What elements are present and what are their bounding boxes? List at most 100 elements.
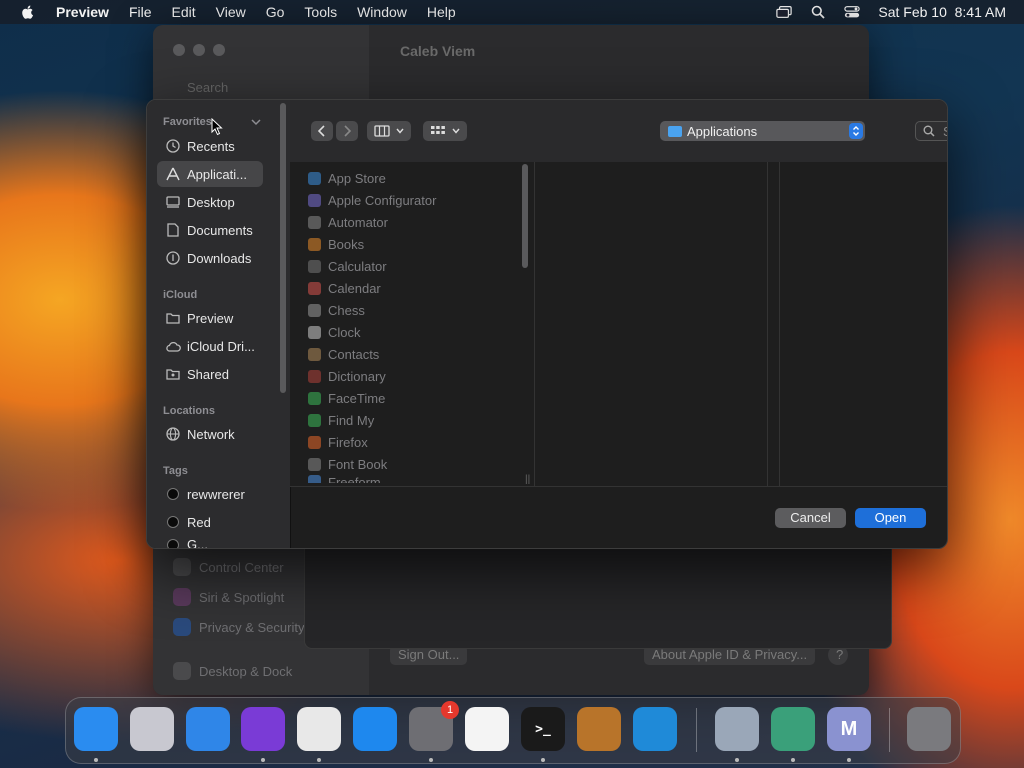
dock-separator <box>889 708 890 752</box>
dock-textedit-icon[interactable] <box>465 707 509 751</box>
chevron-down-icon <box>452 128 460 134</box>
app-list-item[interactable]: Calculator <box>308 255 387 277</box>
app-list-item[interactable]: Apple Configurator <box>308 189 436 211</box>
menu-edit[interactable]: Edit <box>172 4 196 20</box>
zoom-window-button[interactable] <box>213 44 225 56</box>
app-name: Clock <box>328 324 361 340</box>
dock-trash-icon[interactable] <box>907 707 951 751</box>
sidebar-item-applications[interactable]: Applicati... <box>157 161 263 187</box>
column-view-button[interactable] <box>367 121 411 141</box>
menu-window[interactable]: Window <box>357 4 407 20</box>
settings-item-desktop-dock[interactable]: Desktop & Dock <box>173 662 292 680</box>
dock-separator <box>696 708 697 752</box>
sidebar-item-icloud-drive[interactable]: iCloud Dri... <box>157 333 263 359</box>
app-list-item[interactable]: Dictionary <box>308 365 386 387</box>
dock-vscode-icon[interactable] <box>633 707 677 751</box>
sidebar-tag-rewwrerer[interactable]: rewwrerer <box>157 481 263 507</box>
close-window-button[interactable] <box>173 44 185 56</box>
menubar-clock[interactable]: Sat Feb 10 8:41 AM <box>878 4 1006 20</box>
back-button[interactable] <box>311 121 333 141</box>
sidebar-item-label: Desktop <box>187 194 235 210</box>
empty-column <box>534 162 768 486</box>
sidebar-item-preview[interactable]: Preview <box>157 305 263 331</box>
dock-firefox-icon[interactable] <box>241 707 285 751</box>
apple-menu-icon[interactable] <box>20 4 36 20</box>
tag-dot-icon <box>165 514 181 530</box>
settings-item-control-center[interactable]: Control Center <box>173 558 284 576</box>
sidebar-scrollbar[interactable] <box>280 103 286 393</box>
menu-view[interactable]: View <box>216 4 246 20</box>
app-name: Find My <box>328 412 375 428</box>
app-list-item[interactable]: Calendar <box>308 277 381 299</box>
app-list-item[interactable]: Clock <box>308 321 361 343</box>
sidebar-item-shared[interactable]: Shared <box>157 361 263 387</box>
sidebar-item-recents[interactable]: Recents <box>157 133 263 159</box>
dialog-search-field[interactable] <box>915 121 947 141</box>
dock-finder-icon[interactable] <box>74 707 118 751</box>
menu-help[interactable]: Help <box>427 4 456 20</box>
dock-system-settings-icon[interactable]: 1 <box>409 701 459 751</box>
app-icon <box>308 413 321 427</box>
dock-chrome-icon[interactable] <box>297 707 341 751</box>
dock-m-app-icon[interactable]: M <box>827 707 871 751</box>
settings-item-siri-spotlight[interactable]: Siri & Spotlight <box>173 588 284 606</box>
sidebar-item-documents[interactable]: Documents <box>157 217 263 243</box>
dialog-sidebar: Favorites Recents Applicati... Desktop D… <box>147 100 291 548</box>
sidebar-item-network[interactable]: Network <box>157 421 263 447</box>
app-name: Chess <box>328 302 365 318</box>
app-list-item[interactable]: Books <box>308 233 364 255</box>
dock-app-store-icon[interactable] <box>353 707 397 751</box>
app-list-item[interactable]: Automator <box>308 211 388 233</box>
sidebar-item-desktop[interactable]: Desktop <box>157 189 263 215</box>
globe-icon <box>165 426 181 442</box>
running-indicator <box>735 758 739 762</box>
app-list-item[interactable]: Font Book <box>308 453 387 475</box>
control-center-icon[interactable] <box>844 5 861 19</box>
column-resize-handle[interactable]: || <box>525 474 530 485</box>
dock-terminal-icon[interactable]: >_ <box>521 707 565 751</box>
app-list-item[interactable]: Find My <box>308 409 374 431</box>
app-icon <box>308 171 321 185</box>
dock-glyph: >_ <box>535 721 551 737</box>
app-list-item[interactable]: FaceTime <box>308 387 385 409</box>
app-list-item[interactable]: Freeform <box>308 475 381 483</box>
running-indicator <box>429 758 433 762</box>
column-scrollbar[interactable] <box>522 164 528 268</box>
app-list-item[interactable]: Firefox <box>308 431 368 453</box>
settings-item-privacy-security[interactable]: Privacy & Security <box>173 618 304 636</box>
dock-preview-icon[interactable] <box>715 707 759 751</box>
minimize-window-button[interactable] <box>193 44 205 56</box>
dock-safari-icon[interactable] <box>186 707 230 751</box>
app-list-item[interactable]: Contacts <box>308 343 379 365</box>
menu-go[interactable]: Go <box>266 4 285 20</box>
spotlight-search-icon[interactable] <box>810 5 826 19</box>
app-list-item[interactable]: Chess <box>308 299 365 321</box>
app-icon <box>308 475 321 483</box>
sidebar-item-downloads[interactable]: Downloads <box>157 245 263 271</box>
dock-garageband-icon[interactable] <box>577 707 621 751</box>
forward-button[interactable] <box>336 121 358 141</box>
screen-mirroring-icon[interactable] <box>776 5 793 19</box>
dock-archive-utility-icon[interactable] <box>771 707 815 751</box>
notification-badge: 1 <box>441 701 459 719</box>
group-by-button[interactable] <box>423 121 467 141</box>
open-button[interactable]: Open <box>855 508 926 528</box>
dock-launchpad-icon[interactable] <box>130 707 174 751</box>
cancel-button[interactable]: Cancel <box>775 508 846 528</box>
menu-file[interactable]: File <box>129 4 152 20</box>
menu-app-name[interactable]: Preview <box>56 4 109 20</box>
favorites-header: Favorites <box>163 116 212 128</box>
search-input[interactable] <box>941 122 947 140</box>
app-name: Firefox <box>328 434 368 450</box>
chevron-down-icon[interactable] <box>251 118 261 126</box>
sidebar-item-label: Documents <box>187 222 253 238</box>
location-popup[interactable]: Applications <box>660 121 865 141</box>
column-divider[interactable] <box>767 162 780 486</box>
app-name: Contacts <box>328 346 380 362</box>
sidebar-tag-partial[interactable]: G... <box>157 537 263 548</box>
icloud-header: iCloud <box>163 289 198 301</box>
sidebar-tag-red[interactable]: Red <box>157 509 263 535</box>
folder-icon <box>668 125 682 137</box>
menu-tools[interactable]: Tools <box>304 4 337 20</box>
app-list-item[interactable]: App Store <box>308 167 386 189</box>
